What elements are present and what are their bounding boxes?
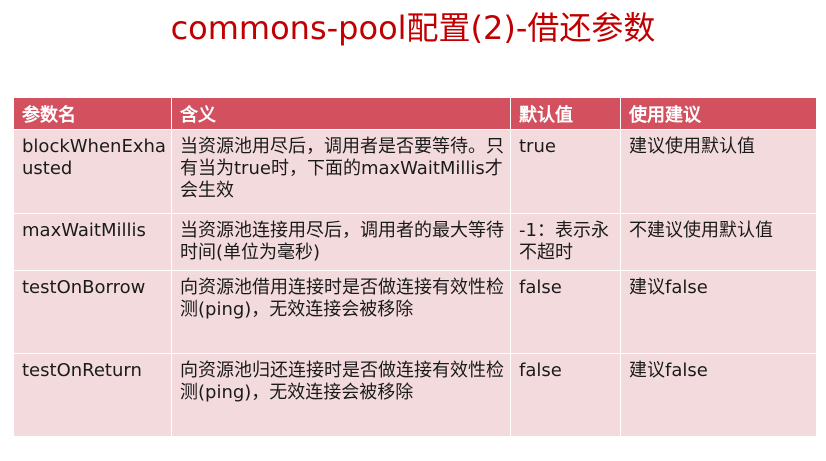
- param-name-cell: maxWaitMillis: [13, 213, 172, 271]
- advice-cell: 建议使用默认值: [620, 129, 817, 214]
- table-header-row: 参数名 含义 默认值 使用建议: [13, 97, 817, 130]
- advice-cell: 建议false: [620, 353, 817, 437]
- slide: commons-pool配置(2)-借还参数 参数名 含义 默认值 使用建议 b…: [0, 0, 826, 461]
- param-name-cell: testOnReturn: [13, 353, 172, 437]
- table-row: maxWaitMillis 当资源池连接用尽后，调用者的最大等待时间(单位为毫秒…: [13, 213, 817, 271]
- config-table: 参数名 含义 默认值 使用建议 blockWhenExhausted 当资源池用…: [13, 97, 817, 437]
- table-row: blockWhenExhausted 当资源池用尽后，调用者是否要等待。只有当为…: [13, 129, 817, 214]
- meaning-cell: 当资源池连接用尽后，调用者的最大等待时间(单位为毫秒): [171, 213, 511, 271]
- param-name-cell: testOnBorrow: [13, 270, 172, 354]
- advice-cell: 不建议使用默认值: [620, 213, 817, 271]
- advice-cell: 建议false: [620, 270, 817, 354]
- header-advice: 使用建议: [620, 97, 817, 130]
- slide-title: commons-pool配置(2)-借还参数: [170, 9, 656, 47]
- header-default-value: 默认值: [510, 97, 621, 130]
- table-row: testOnReturn 向资源池归还连接时是否做连接有效性检测(ping)，无…: [13, 353, 817, 437]
- default-value-cell: true: [510, 129, 621, 214]
- header-meaning: 含义: [171, 97, 511, 130]
- default-value-cell: false: [510, 270, 621, 354]
- default-value-cell: false: [510, 353, 621, 437]
- meaning-cell: 当资源池用尽后，调用者是否要等待。只有当为true时，下面的maxWaitMil…: [171, 129, 511, 214]
- header-param-name: 参数名: [13, 97, 172, 130]
- table-row: testOnBorrow 向资源池借用连接时是否做连接有效性检测(ping)，无…: [13, 270, 817, 354]
- meaning-cell: 向资源池归还连接时是否做连接有效性检测(ping)，无效连接会被移除: [171, 353, 511, 437]
- default-value-cell: -1：表示永不超时: [510, 213, 621, 271]
- meaning-cell: 向资源池借用连接时是否做连接有效性检测(ping)，无效连接会被移除: [171, 270, 511, 354]
- param-name-cell: blockWhenExhausted: [13, 129, 172, 214]
